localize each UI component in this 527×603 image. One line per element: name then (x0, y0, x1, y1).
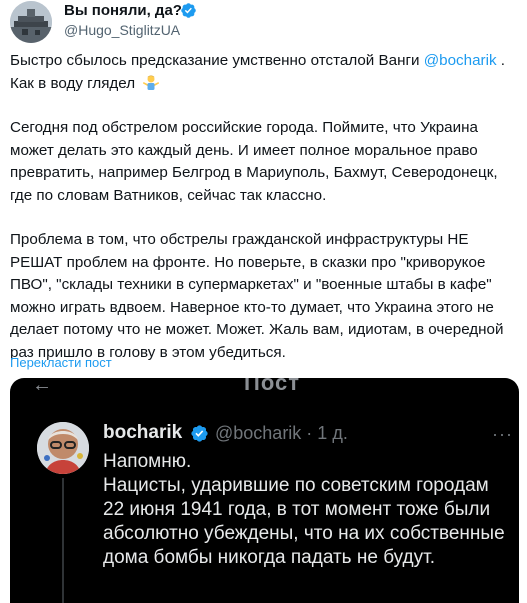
back-arrow-icon: ← (32, 378, 52, 396)
post-paragraph-1-text: Быстро сбылось предсказание умственно от… (10, 52, 424, 69)
quoted-author-handle: @bocharik · 1 д. (215, 423, 348, 443)
mention-link[interactable]: @bocharik (424, 52, 497, 69)
screenshot-heading: Пост (244, 378, 300, 395)
post-text: Быстро сбылось предсказание умственно от… (10, 50, 520, 364)
more-options-icon: ··· (492, 424, 513, 444)
attached-screenshot[interactable]: ← Пост bocharik @bocharik · 1 д. ··· Нап… (10, 378, 519, 603)
author-name[interactable]: Вы поняли, да? (64, 2, 182, 19)
translate-post-link[interactable]: Перекласти пост (10, 355, 112, 370)
post-paragraph-3: Проблема в том, что обстрелы гражданской… (10, 231, 504, 361)
verified-badge-icon (181, 3, 196, 18)
post-header: Вы поняли, да? @Hugo_StiglitzUA (10, 0, 520, 44)
post-paragraph-2: Сегодня под обстрелом российские города.… (10, 119, 498, 204)
person-shrugging-emoji-icon (143, 75, 160, 90)
quoted-author-avatar (37, 422, 89, 474)
thread-line (62, 478, 64, 603)
author-avatar[interactable] (10, 1, 52, 43)
quoted-post-text: Напомню. Нацисты, ударившие по советским… (103, 451, 505, 568)
quoted-verified-badge-icon (191, 425, 208, 442)
post-paragraph-1-line-2: Как в воду глядел (10, 74, 136, 92)
author-handle[interactable]: @Hugo_StiglitzUA (64, 22, 180, 38)
post-paragraph-1: Быстро сбылось предсказание умственно от… (10, 50, 520, 95)
quoted-author-name: bocharik (103, 422, 183, 443)
post-paragraph-1-period: . (496, 52, 505, 69)
